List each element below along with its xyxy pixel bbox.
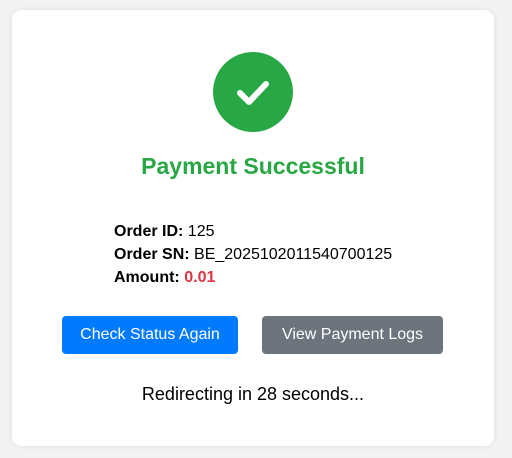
redirect-countdown: Redirecting in 28 seconds... bbox=[141, 384, 365, 404]
checkmark-icon bbox=[213, 52, 293, 132]
order-sn-label: Order SN: bbox=[114, 246, 190, 263]
order-sn-row: Order SN: BE_2025102011540700125 bbox=[114, 243, 392, 266]
order-sn-value: BE_2025102011540700125 bbox=[194, 246, 393, 263]
checkmark-glyph bbox=[237, 81, 269, 105]
order-details: Order ID: 125 Order SN: BE_2025102011540… bbox=[114, 220, 392, 289]
order-id-row: Order ID: 125 bbox=[114, 220, 392, 243]
order-id-label: Order ID: bbox=[114, 223, 184, 240]
check-status-again-button[interactable]: Check Status Again bbox=[62, 316, 238, 354]
payment-result-card: Payment Successful Order ID: 125 Order S… bbox=[12, 10, 494, 446]
amount-value: 0.01 bbox=[184, 269, 216, 286]
amount-label: Amount: bbox=[114, 269, 180, 286]
amount-row: Amount: 0.01 bbox=[114, 266, 392, 289]
payment-status-title: Payment Successful bbox=[141, 153, 365, 179]
view-payment-logs-button[interactable]: View Payment Logs bbox=[262, 316, 443, 354]
order-id-value: 125 bbox=[187, 223, 215, 240]
